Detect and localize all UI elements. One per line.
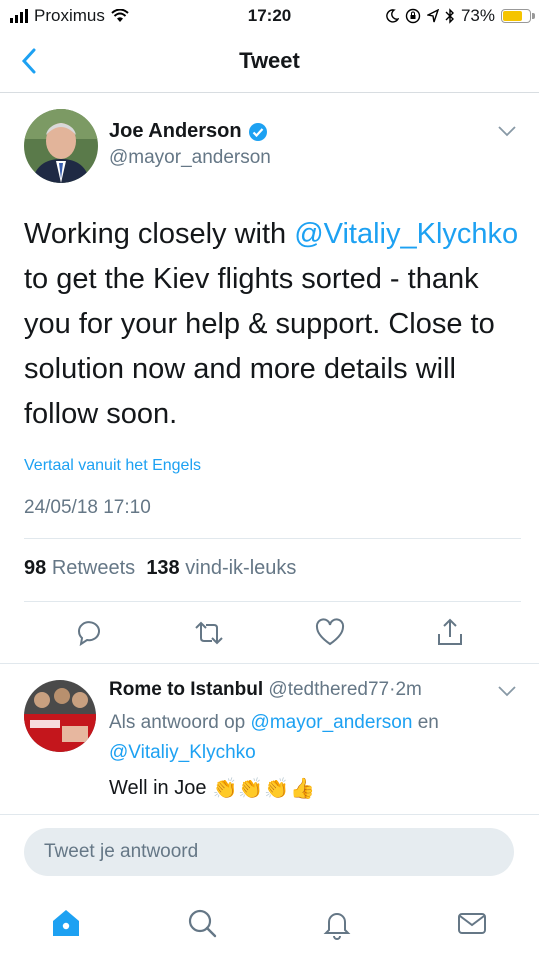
- retweet-button[interactable]: [192, 616, 226, 650]
- author-name[interactable]: Joe Anderson: [109, 120, 268, 143]
- tab-search[interactable]: [185, 906, 219, 940]
- reply-header: Rome to Istanbul @tedthered77·2m: [109, 679, 422, 701]
- reply-age: 2m: [395, 679, 422, 700]
- notifications-icon: [323, 913, 351, 940]
- translate-link[interactable]: Vertaal vanuit het Engels: [24, 457, 201, 475]
- reply-avatar[interactable]: [24, 680, 96, 752]
- likes-stat[interactable]: 138 vind-ik-leuks: [146, 557, 296, 579]
- likes-count: 138: [146, 557, 180, 579]
- author-name-text: Joe Anderson: [109, 120, 242, 142]
- likes-label: vind-ik-leuks: [185, 557, 297, 579]
- mention-link[interactable]: @Vitaliy_Klychko: [294, 218, 518, 250]
- reply-button[interactable]: [72, 616, 106, 650]
- tweet-menu-button[interactable]: [496, 124, 518, 143]
- moon-icon: [386, 9, 399, 23]
- divider: [0, 663, 539, 664]
- share-button[interactable]: [433, 616, 467, 650]
- avatar-image: [24, 680, 96, 752]
- tab-notifications[interactable]: [320, 906, 354, 940]
- home-icon: [53, 910, 79, 936]
- author-avatar[interactable]: [24, 109, 98, 183]
- share-icon: [438, 618, 462, 645]
- tweet-text-start: Working closely with: [24, 218, 295, 250]
- retweets-stat[interactable]: 98 Retweets: [24, 557, 135, 579]
- tab-messages[interactable]: [455, 906, 489, 940]
- divider: [24, 538, 521, 539]
- bluetooth-icon: [445, 8, 454, 24]
- reply-context-join: en: [417, 712, 439, 733]
- tab-home[interactable]: [49, 906, 83, 940]
- reply-author-name[interactable]: Rome to Istanbul: [109, 679, 263, 700]
- retweets-count: 98: [24, 557, 47, 579]
- location-icon: [426, 9, 439, 23]
- reply-text: Well in Joe 👏👏👏👍: [109, 776, 316, 801]
- chevron-down-icon: [498, 686, 516, 697]
- reply-compose-field[interactable]: [24, 828, 514, 876]
- nav-bar: Tweet: [0, 32, 539, 93]
- status-bar: Proximus 17:20 73%: [0, 0, 539, 32]
- status-icons: 73%: [385, 6, 535, 26]
- battery-icon: [501, 9, 535, 23]
- tweet-text-end: to get the Kiev flights sorted - thank y…: [24, 263, 495, 430]
- reply-menu-button[interactable]: [496, 684, 518, 703]
- reply-input[interactable]: [42, 840, 486, 864]
- reply-icon: [78, 621, 100, 647]
- tweet-stats: 98 Retweets 138 vind-ik-leuks: [24, 557, 296, 580]
- reply-context: Als antwoord op @mayor_anderson en @Vita…: [109, 708, 529, 768]
- retweets-label: Retweets: [51, 557, 136, 579]
- reply-emoji: 👏👏👏👍: [212, 778, 317, 800]
- like-icon: [315, 618, 345, 646]
- battery-percent: 73%: [460, 6, 495, 25]
- tweet-timestamp: 24/05/18 17:10: [24, 497, 151, 518]
- reply-mention-1[interactable]: @mayor_anderson: [251, 712, 413, 733]
- page-title: Tweet: [239, 48, 300, 73]
- author-handle[interactable]: @mayor_anderson: [109, 147, 271, 169]
- like-button[interactable]: [313, 616, 347, 650]
- reply-author-handle[interactable]: @tedthered77: [268, 679, 389, 700]
- verified-badge-icon: [248, 122, 267, 141]
- messages-icon: [458, 913, 486, 934]
- reply-context-prefix: Als antwoord op: [109, 712, 246, 733]
- chevron-down-icon: [498, 126, 516, 137]
- reply-text-content: Well in Joe: [109, 777, 207, 799]
- avatar-image: [24, 109, 98, 183]
- divider: [0, 814, 539, 815]
- tweet-text: Working closely with @Vitaliy_Klychko to…: [24, 212, 524, 437]
- reply-mention-2[interactable]: @Vitaliy_Klychko: [109, 742, 256, 763]
- search-icon: [188, 909, 217, 938]
- tab-bar: [0, 896, 539, 960]
- tweet-actions: [0, 602, 539, 662]
- lock-rotation-icon: [405, 8, 421, 24]
- retweet-icon: [195, 621, 223, 645]
